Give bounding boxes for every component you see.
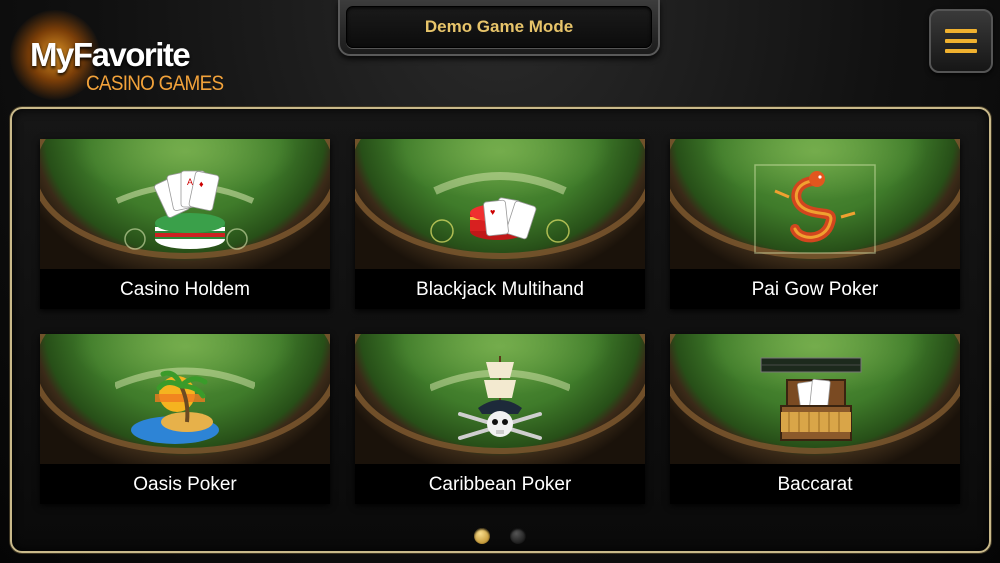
demo-mode-label: Demo Game Mode bbox=[346, 6, 652, 48]
brand-logo: MyFavorite CASINO GAMES bbox=[8, 6, 238, 102]
logo-wordmark: MyFavorite bbox=[30, 36, 191, 73]
menu-button[interactable] bbox=[929, 9, 993, 73]
games-grid: A ♦ Casino Holdem ♥ Blackjack Multihand bbox=[10, 107, 991, 553]
page-indicator-2[interactable] bbox=[510, 528, 526, 544]
game-title: Pai Gow Poker bbox=[670, 269, 960, 309]
page-indicator-1[interactable] bbox=[474, 528, 490, 544]
game-tile-baccarat[interactable]: Baccarat bbox=[670, 334, 960, 504]
game-tile-pai-gow-poker[interactable]: Pai Gow Poker bbox=[670, 139, 960, 309]
dragon-icon bbox=[754, 164, 876, 254]
game-tile-casino-holdem[interactable]: A ♦ Casino Holdem bbox=[40, 139, 330, 309]
hamburger-menu-icon bbox=[945, 29, 977, 53]
game-tile-caribbean-poker[interactable]: Caribbean Poker bbox=[355, 334, 645, 504]
game-tile-blackjack-multihand[interactable]: ♥ Blackjack Multihand bbox=[355, 139, 645, 309]
palm-island-icon bbox=[115, 367, 255, 444]
logo-subtitle: CASINO GAMES bbox=[86, 72, 224, 95]
blackjack-chips-cards-icon: ♥ bbox=[430, 172, 570, 243]
svg-text:A: A bbox=[187, 177, 193, 187]
game-title: Oasis Poker bbox=[40, 464, 330, 504]
game-title: Baccarat bbox=[670, 464, 960, 504]
game-title: Casino Holdem bbox=[40, 269, 330, 309]
pirate-skull-ship-icon bbox=[430, 356, 570, 440]
treasure-chest-cards-icon bbox=[760, 357, 862, 441]
svg-text:♥: ♥ bbox=[490, 207, 495, 217]
poker-chips-cards-icon: A ♦ bbox=[115, 170, 255, 250]
game-title: Caribbean Poker bbox=[355, 464, 645, 504]
game-title: Blackjack Multihand bbox=[355, 269, 645, 309]
svg-text:♦: ♦ bbox=[199, 179, 204, 189]
game-tile-oasis-poker[interactable]: Oasis Poker bbox=[40, 334, 330, 504]
demo-mode-banner: Demo Game Mode bbox=[338, 0, 660, 56]
